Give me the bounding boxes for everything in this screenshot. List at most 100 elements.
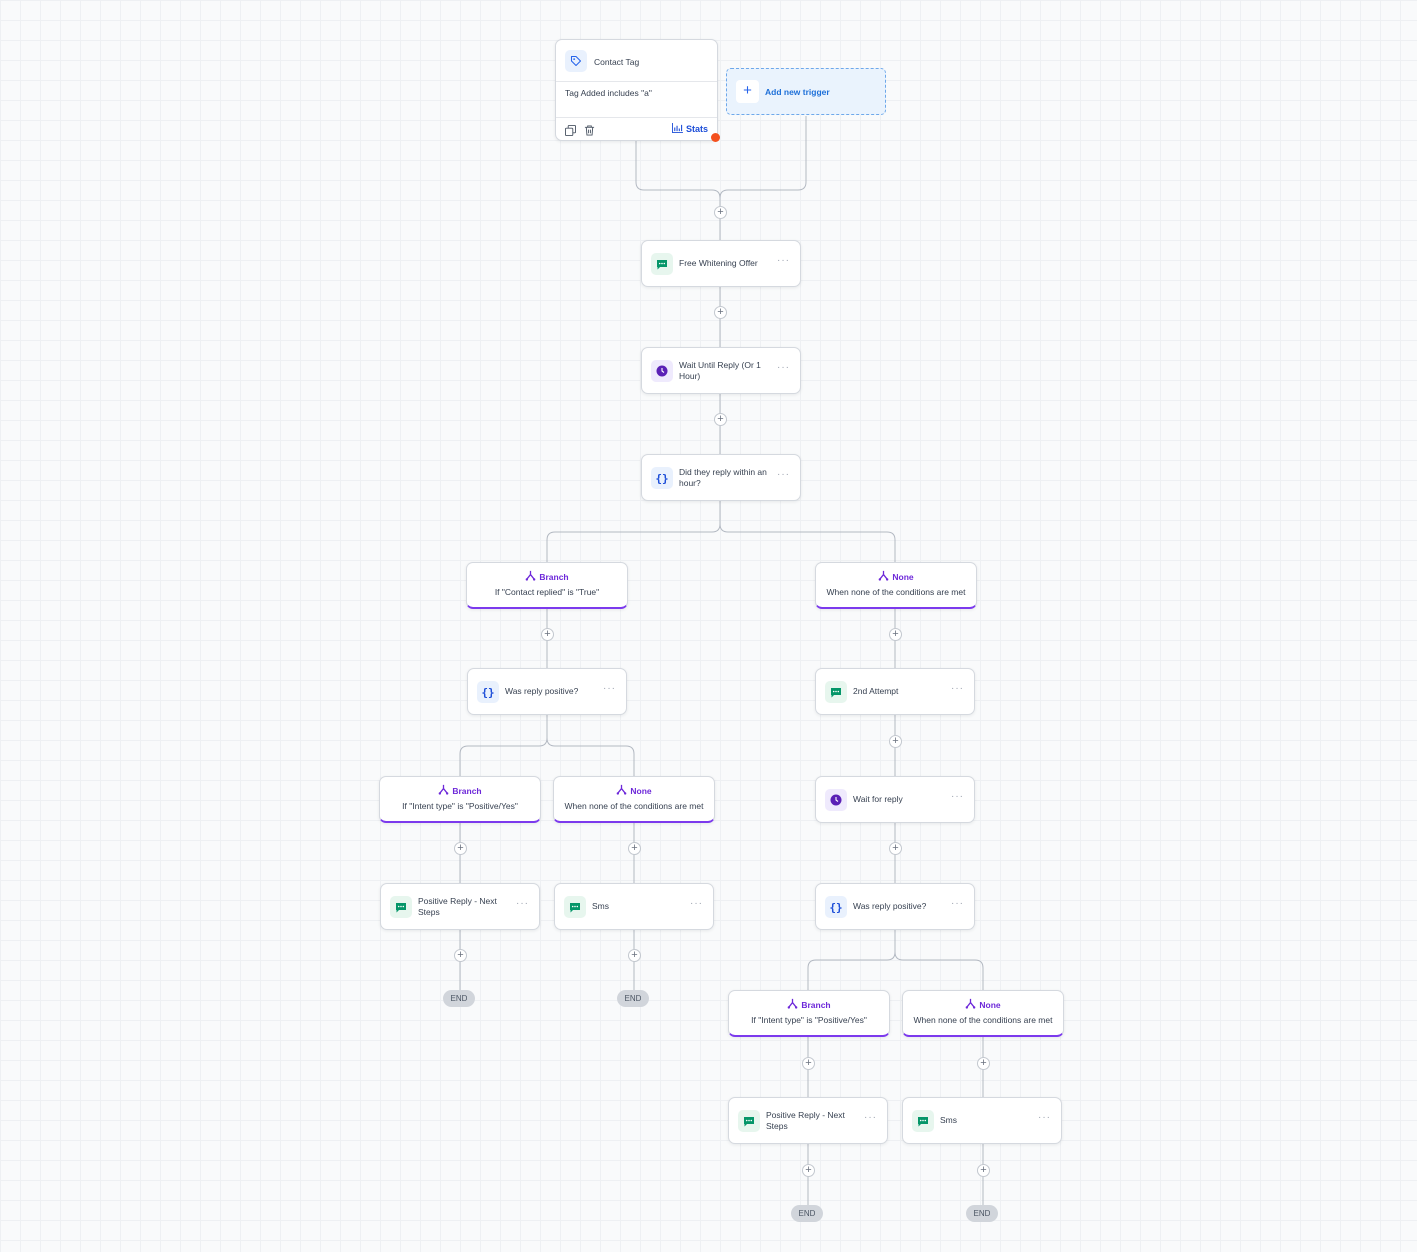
branch-none-3[interactable]: None When none of the conditions are met — [902, 990, 1064, 1037]
trash-icon[interactable] — [584, 123, 595, 136]
end-marker: END — [966, 1205, 998, 1222]
add-step-button[interactable]: + — [454, 949, 467, 962]
warning-dot-icon — [711, 133, 720, 142]
add-step-button[interactable]: + — [454, 842, 467, 855]
condition-icon: {} — [477, 681, 499, 703]
branch-condition: If "Contact replied" is "True" — [494, 587, 600, 597]
step-label: Did they reply within an hour? — [679, 466, 767, 488]
clock-icon — [651, 360, 673, 382]
workflow-connectors — [459, 116, 984, 1205]
step-label: Wait for reply — [853, 794, 903, 804]
branch-title: Branch — [801, 999, 831, 1010]
add-step-button[interactable]: + — [889, 735, 902, 748]
branch-contact-replied[interactable]: Branch If "Contact replied" is "True" — [466, 562, 628, 609]
step-label: Positive Reply - Next Steps — [418, 895, 497, 917]
sms-icon — [564, 896, 586, 918]
branch-title: None — [979, 999, 1001, 1010]
stats-button[interactable]: Stats — [672, 123, 708, 135]
more-options-icon[interactable]: ··· — [516, 898, 529, 909]
step-label: Was reply positive? — [505, 686, 579, 696]
action-2nd-attempt[interactable]: 2nd Attempt ··· — [815, 668, 975, 715]
action-sms-2[interactable]: Sms ··· — [902, 1097, 1062, 1144]
branch-title: Branch — [452, 785, 482, 796]
trigger-description: Tag Added includes "a" — [565, 88, 652, 98]
trigger-card-contact-tag[interactable]: Contact Tag Tag Added includes "a" Stats — [555, 39, 718, 141]
step-label: Free Whitening Offer — [679, 258, 758, 268]
branch-condition: When none of the conditions are met — [826, 587, 966, 597]
branch-condition: If "Intent type" is "Positive/Yes" — [402, 801, 518, 811]
more-options-icon[interactable]: ··· — [777, 362, 790, 373]
sms-icon — [825, 681, 847, 703]
trigger-header: Contact Tag — [556, 40, 717, 82]
step-label: Sms — [592, 901, 609, 911]
more-options-icon[interactable]: ··· — [603, 683, 616, 694]
add-step-button[interactable]: + — [977, 1164, 990, 1177]
add-step-button[interactable]: + — [889, 842, 902, 855]
add-step-button[interactable]: + — [628, 949, 641, 962]
condition-was-reply-positive-2[interactable]: {} Was reply positive? ··· — [815, 883, 975, 930]
copy-icon[interactable] — [565, 123, 576, 136]
step-label: 2nd Attempt — [853, 686, 899, 696]
sms-icon — [651, 253, 673, 275]
branch-icon — [878, 570, 889, 583]
sms-icon — [390, 896, 412, 918]
add-step-button[interactable]: + — [541, 628, 554, 641]
branch-title: None — [892, 571, 914, 582]
add-trigger-label: Add new trigger — [765, 87, 830, 97]
end-marker: END — [617, 990, 649, 1007]
bar-chart-icon — [672, 123, 683, 135]
more-options-icon[interactable]: ··· — [951, 683, 964, 694]
branch-condition: When none of the conditions are met — [913, 1015, 1053, 1025]
branch-title: None — [630, 785, 652, 796]
action-positive-reply-1[interactable]: Positive Reply - Next Steps ··· — [380, 883, 540, 930]
add-step-button[interactable]: + — [714, 206, 727, 219]
add-step-button[interactable]: + — [802, 1057, 815, 1070]
add-step-button[interactable]: + — [977, 1057, 990, 1070]
branch-icon — [616, 784, 627, 797]
more-options-icon[interactable]: ··· — [864, 1112, 877, 1123]
branch-none-1[interactable]: None When none of the conditions are met — [815, 562, 977, 609]
stats-label: Stats — [685, 124, 708, 134]
more-options-icon[interactable]: ··· — [690, 898, 703, 909]
branch-none-2[interactable]: None When none of the conditions are met — [553, 776, 715, 823]
add-step-button[interactable]: + — [802, 1164, 815, 1177]
more-options-icon[interactable]: ··· — [951, 898, 964, 909]
branch-intent-positive-2[interactable]: Branch If "Intent type" is "Positive/Yes… — [728, 990, 890, 1037]
add-step-button[interactable]: + — [714, 413, 727, 426]
add-new-trigger-button[interactable]: + Add new trigger — [726, 68, 886, 115]
tag-icon — [565, 50, 587, 72]
plus-icon: + — [736, 80, 759, 103]
branch-icon — [525, 570, 536, 583]
action-wait-until-reply[interactable]: Wait Until Reply (Or 1 Hour) ··· — [641, 347, 801, 394]
branch-title: Branch — [539, 571, 569, 582]
step-label: Wait Until Reply (Or 1 Hour) — [679, 359, 761, 381]
action-sms-1[interactable]: Sms ··· — [554, 883, 714, 930]
branch-icon — [787, 998, 798, 1011]
trigger-title: Contact Tag — [594, 57, 640, 67]
more-options-icon[interactable]: ··· — [777, 255, 790, 266]
action-free-whitening-offer[interactable]: Free Whitening Offer ··· — [641, 240, 801, 287]
condition-icon: {} — [651, 467, 673, 489]
trigger-footer: Stats — [556, 117, 717, 140]
clock-icon — [825, 789, 847, 811]
add-step-button[interactable]: + — [628, 842, 641, 855]
step-label: Sms — [940, 1115, 957, 1125]
more-options-icon[interactable]: ··· — [777, 469, 790, 480]
branch-icon — [965, 998, 976, 1011]
condition-icon: {} — [825, 896, 847, 918]
end-marker: END — [791, 1205, 823, 1222]
step-label: Was reply positive? — [853, 901, 927, 911]
branch-icon — [438, 784, 449, 797]
action-wait-for-reply[interactable]: Wait for reply ··· — [815, 776, 975, 823]
condition-did-they-reply[interactable]: {} Did they reply within an hour? ··· — [641, 454, 801, 501]
more-options-icon[interactable]: ··· — [1038, 1112, 1051, 1123]
add-step-button[interactable]: + — [714, 306, 727, 319]
branch-intent-positive-1[interactable]: Branch If "Intent type" is "Positive/Yes… — [379, 776, 541, 823]
sms-icon — [738, 1110, 760, 1132]
end-marker: END — [443, 990, 475, 1007]
action-positive-reply-2[interactable]: Positive Reply - Next Steps ··· — [728, 1097, 888, 1144]
condition-was-reply-positive-1[interactable]: {} Was reply positive? ··· — [467, 668, 627, 715]
add-step-button[interactable]: + — [889, 628, 902, 641]
more-options-icon[interactable]: ··· — [951, 791, 964, 802]
branch-condition: If "Intent type" is "Positive/Yes" — [751, 1015, 867, 1025]
